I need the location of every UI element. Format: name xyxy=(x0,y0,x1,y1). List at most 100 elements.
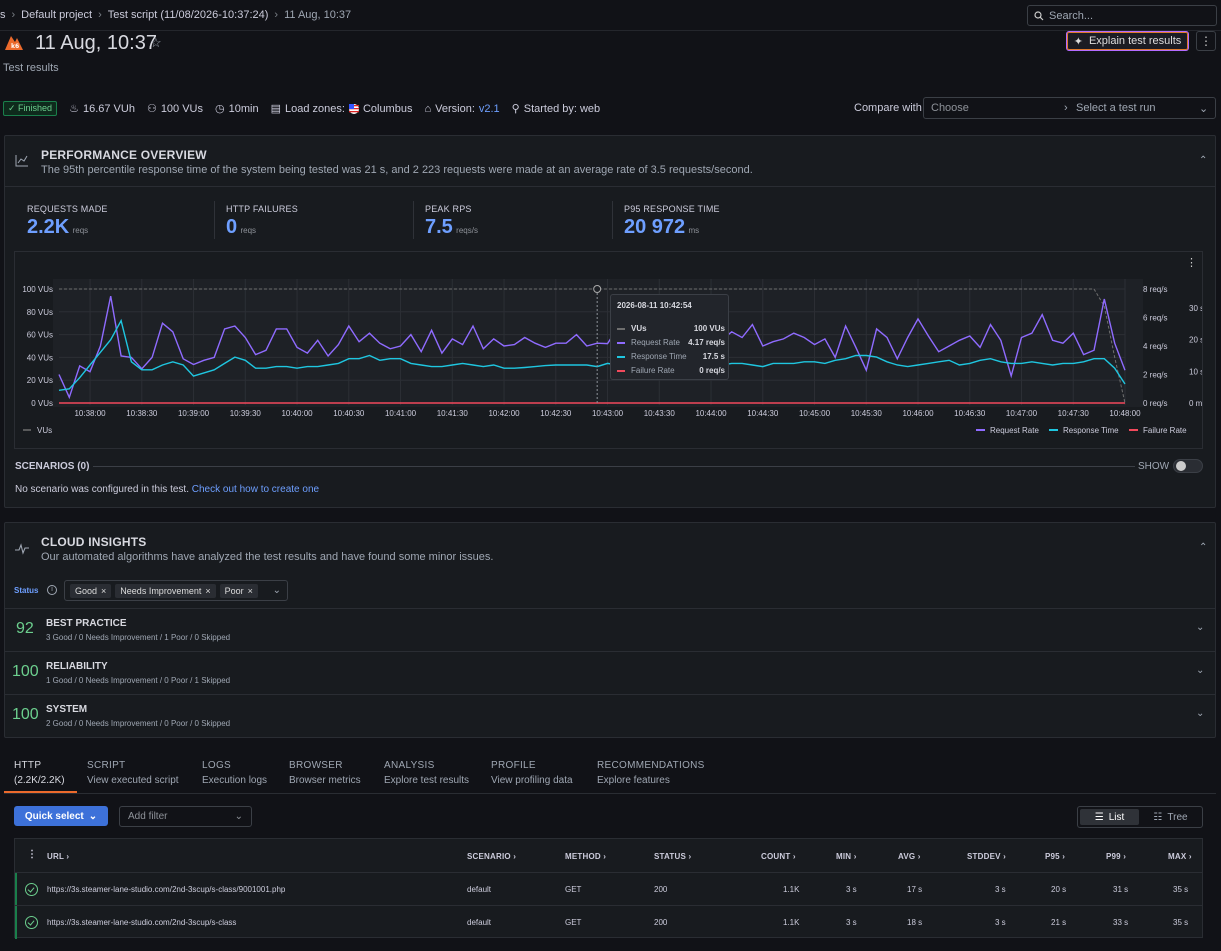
load-zone-value: Columbus xyxy=(362,102,413,115)
column-menu-icon[interactable]: ⋮ xyxy=(27,849,37,860)
search-input[interactable]: Search... xyxy=(1027,5,1217,26)
remove-icon[interactable]: × xyxy=(248,586,253,596)
quick-select-label: Quick select xyxy=(24,810,84,822)
tab-subtitle: View executed script xyxy=(87,775,179,786)
version-link[interactable]: v2.1 xyxy=(479,103,500,115)
chevron-up-icon[interactable]: ⌃ xyxy=(1199,155,1207,166)
chevron-down-icon: ⌄ xyxy=(1196,708,1205,719)
breadcrumb-item[interactable]: Default project xyxy=(21,9,92,21)
stat-label: HTTP FAILURES xyxy=(226,204,298,214)
tab-recommendations[interactable]: RECOMMENDATIONS Explore features xyxy=(597,760,705,786)
tree-view-button[interactable]: ☷ Tree xyxy=(1141,809,1200,825)
column-header-status[interactable]: STATUS › xyxy=(654,852,691,861)
choose-select[interactable]: Choose xyxy=(924,102,1064,114)
breadcrumb-current: 11 Aug, 10:37 xyxy=(284,9,352,21)
chip-poor: Poor × xyxy=(219,583,258,598)
stat-label: PEAK RPS xyxy=(425,204,472,214)
chart-line-icon xyxy=(15,155,28,167)
column-header-scenario[interactable]: SCENARIO › xyxy=(467,852,516,861)
tab-analysis[interactable]: ANALYSIS Explore test results xyxy=(384,760,469,786)
pulse-icon xyxy=(15,543,29,555)
legend-swatch xyxy=(617,369,625,372)
chart-svg[interactable]: 0 VUs 20 VUs 40 VUs 60 VUs 80 VUs 100 VUs 0 re… xyxy=(15,252,1202,448)
vuh-item: ♨ 16.67 VUh xyxy=(69,102,135,116)
table-row[interactable]: https://3s.steamer-lane-studio.com/2nd-3… xyxy=(15,905,1202,939)
x-tick-label: 10:46:30 xyxy=(954,409,986,418)
vus-item: ⚇ 100 VUs xyxy=(147,102,204,116)
table-row[interactable]: https://3s.steamer-lane-studio.com/2nd-3… xyxy=(15,872,1202,906)
info-icon[interactable]: i xyxy=(47,585,57,595)
column-header-stddev[interactable]: STDDEV › xyxy=(967,852,1006,861)
column-header-method[interactable]: METHOD › xyxy=(565,852,606,861)
tooltip-row-vus: VUs 100 VUs xyxy=(617,324,725,333)
tree-icon: ☷ xyxy=(1153,811,1163,823)
remove-icon[interactable]: × xyxy=(205,586,210,596)
column-header-url[interactable]: URL › xyxy=(47,852,69,861)
more-options-button[interactable]: ⋮ xyxy=(1196,31,1216,51)
compare-select[interactable]: Choose › Select a test run ⌄ xyxy=(923,97,1216,119)
cell-method: GET xyxy=(565,885,582,894)
x-tick-label: 10:43:00 xyxy=(592,409,624,418)
x-tick-label: 10:39:00 xyxy=(178,409,210,418)
vus-value: 100 VUs xyxy=(160,102,204,115)
tab-logs[interactable]: LOGS Execution logs xyxy=(202,760,267,786)
cell-count: 1.1K xyxy=(783,918,800,927)
create-scenario-link[interactable]: Check out how to create one xyxy=(192,484,319,495)
column-header-p99[interactable]: P99 › xyxy=(1106,852,1126,861)
star-icon[interactable]: ☆ xyxy=(150,35,162,51)
vuh-value: 16.67 VUh xyxy=(82,102,135,115)
insight-row-reliability[interactable]: 100 RELIABILITY 1 Good / 0 Needs Improve… xyxy=(4,651,1216,694)
insight-row-system[interactable]: 100 SYSTEM 2 Good / 0 Needs Improvement … xyxy=(4,694,1216,737)
tooltip-name: Response Time xyxy=(631,352,687,361)
tooltip-value: 0 req/s xyxy=(699,366,725,375)
column-header-min[interactable]: MIN › xyxy=(836,852,857,861)
quick-select-button[interactable]: Quick select ⌄ xyxy=(14,806,108,826)
tab-subtitle: (2.2K/2.2K) xyxy=(14,775,65,786)
insight-title: BEST PRACTICE xyxy=(46,618,127,629)
status-filter-label: Status xyxy=(14,586,39,595)
tab-title: HTTP xyxy=(14,760,42,771)
explain-test-results-button[interactable]: ✦ Explain test results xyxy=(1066,31,1189,51)
breadcrumb-item[interactable]: s xyxy=(0,9,6,21)
started-by-item: ⚲ Started by: web xyxy=(512,102,601,116)
breadcrumb-item[interactable]: Test script (11/08/2026-10:37:24) xyxy=(108,9,269,21)
chart-tooltip: 2026-08-11 10:42:54 VUs 100 VUs Request R… xyxy=(610,294,729,380)
chevron-up-icon[interactable]: ⌃ xyxy=(1199,542,1207,553)
column-label: STATUS xyxy=(654,852,687,861)
y-tick-label-rt: 20 s xyxy=(1189,336,1202,345)
chevron-right-icon: › xyxy=(274,9,279,21)
breadcrumb: s › Default project › Test script (11/08… xyxy=(0,9,351,21)
stat-unit: reqs xyxy=(240,226,257,235)
tooltip-row-failure-rate: Failure Rate 0 req/s xyxy=(617,366,725,375)
add-filter-select[interactable]: Add filter ⌄ xyxy=(119,806,252,827)
column-header-avg[interactable]: AVG › xyxy=(898,852,921,861)
cell-min: 3 s xyxy=(846,885,857,894)
tab-http[interactable]: HTTP (2.2K/2.2K) xyxy=(14,760,65,786)
insight-row-best-practice[interactable]: 92 BEST PRACTICE 3 Good / 0 Needs Improv… xyxy=(4,608,1216,651)
y-tick-label-rt: 0 ms xyxy=(1189,399,1202,408)
tab-title: RECOMMENDATIONS xyxy=(597,760,705,771)
x-tick-label: 10:41:30 xyxy=(437,409,469,418)
tab-profile[interactable]: PROFILE View profiling data xyxy=(491,760,573,786)
chart-menu-icon[interactable]: ⋮ xyxy=(1186,256,1197,269)
list-view-button[interactable]: ☰ List xyxy=(1080,809,1139,825)
y-tick-label-rps: 8 req/s xyxy=(1143,285,1167,294)
view-toggle: ☰ List ☷ Tree xyxy=(1077,806,1203,828)
status-filter-select[interactable]: Good × Needs Improvement × Poor × ⌄ xyxy=(64,580,288,601)
load-zones-label: Load zones: xyxy=(285,102,345,115)
page-title: 11 Aug, 10:37 xyxy=(35,32,157,54)
test-run-select[interactable]: Select a test run xyxy=(1076,102,1199,114)
tab-browser[interactable]: BROWSER Browser metrics xyxy=(289,760,361,786)
divider xyxy=(413,201,414,239)
remove-icon[interactable]: × xyxy=(101,586,106,596)
tab-script[interactable]: SCRIPT View executed script xyxy=(87,760,179,786)
column-header-p95[interactable]: P95 › xyxy=(1045,852,1065,861)
column-header-count[interactable]: COUNT › xyxy=(761,852,796,861)
status-bar xyxy=(15,906,17,939)
show-scenarios-toggle[interactable] xyxy=(1173,459,1203,473)
x-tick-label: 10:46:00 xyxy=(902,409,934,418)
column-header-max[interactable]: MAX › xyxy=(1168,852,1192,861)
check-circle-icon xyxy=(25,916,38,929)
insights-header[interactable] xyxy=(5,523,1215,574)
column-label: MAX xyxy=(1168,852,1187,861)
